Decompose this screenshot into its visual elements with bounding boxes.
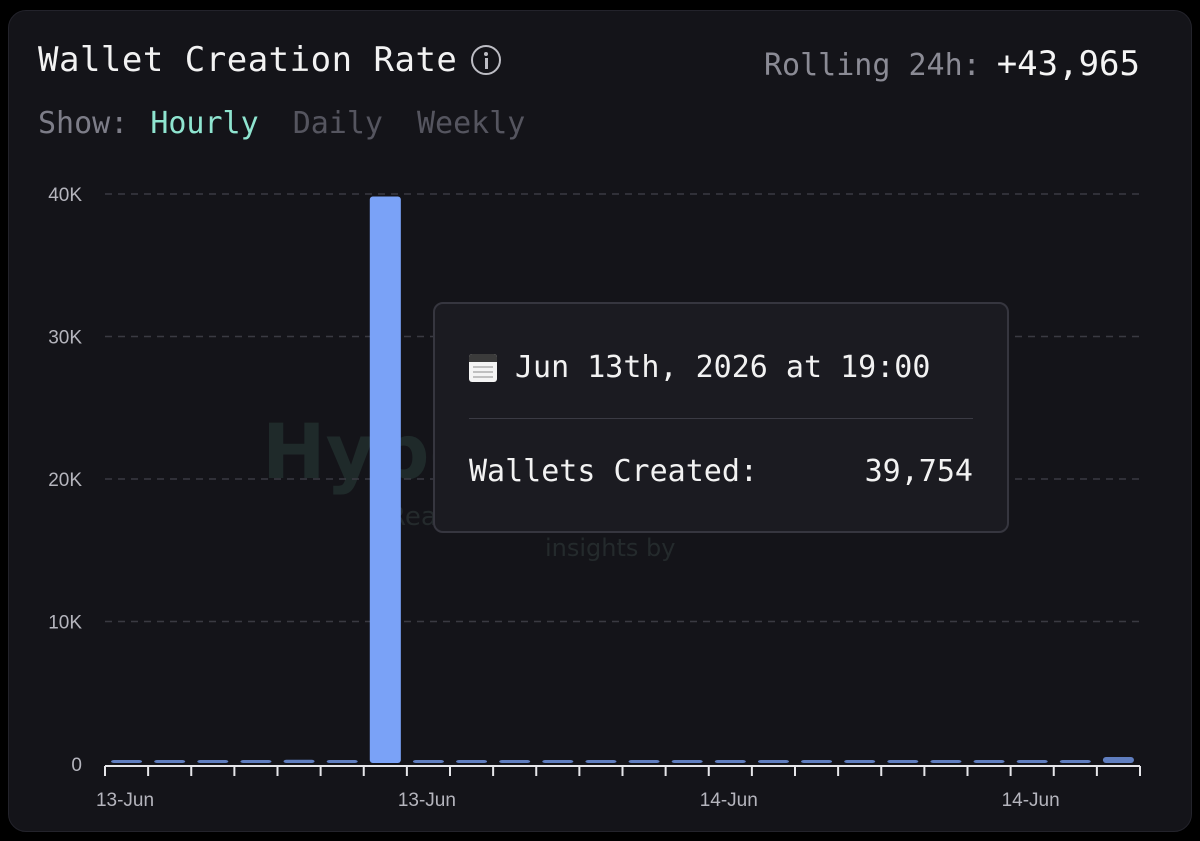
bar[interactable] xyxy=(801,760,833,763)
tooltip-date: Jun 13th, 2026 at 19:00 xyxy=(469,350,930,385)
y-tick-label: 20K xyxy=(48,470,82,491)
bar[interactable] xyxy=(1016,760,1048,763)
bar[interactable] xyxy=(154,760,186,763)
x-axis: 13-Jun 13-Jun 14-Jun 14-Jun xyxy=(96,765,1141,811)
x-tick-label: 13-Jun xyxy=(398,790,456,811)
calendar-icon xyxy=(469,353,497,382)
y-tick-label: 10K xyxy=(48,613,82,634)
tooltip-metric: Wallets Created: 39,754 xyxy=(469,454,973,489)
bar[interactable] xyxy=(456,760,488,763)
tooltip-date-text: Jun 13th, 2026 at 19:00 xyxy=(515,350,931,385)
bar[interactable] xyxy=(111,760,143,763)
tooltip-divider xyxy=(469,418,973,419)
tooltip-metric-value: 39,754 xyxy=(864,454,973,489)
bar[interactable] xyxy=(671,760,703,763)
tooltip-metric-label: Wallets Created: xyxy=(469,454,758,489)
watermark-line2: insights by xyxy=(545,534,675,562)
bar[interactable] xyxy=(283,759,315,763)
bar[interactable] xyxy=(714,760,746,763)
bar[interactable] xyxy=(844,760,876,763)
y-axis-labels: 0 10K 20K 30K 40K xyxy=(48,185,82,776)
y-tick-label: 30K xyxy=(48,328,82,349)
bar[interactable] xyxy=(585,760,617,763)
bar[interactable] xyxy=(542,760,574,763)
x-tick-label: 14-Jun xyxy=(700,790,758,811)
y-tick-label: 0 xyxy=(71,755,82,776)
bar[interactable] xyxy=(930,760,962,763)
x-tick-label: 14-Jun xyxy=(1002,790,1060,811)
bar[interactable] xyxy=(628,760,660,763)
bar[interactable] xyxy=(1059,760,1091,763)
bar[interactable] xyxy=(499,760,531,763)
bar[interactable] xyxy=(887,760,919,763)
bar[interactable] xyxy=(1102,757,1134,763)
y-tick-label: 40K xyxy=(48,185,82,206)
bar-highlighted[interactable] xyxy=(369,196,401,763)
tooltip: Jun 13th, 2026 at 19:00 Wallets Created:… xyxy=(433,302,1009,533)
bar[interactable] xyxy=(197,760,229,763)
bar[interactable] xyxy=(412,760,444,763)
bar[interactable] xyxy=(326,760,358,763)
bar[interactable] xyxy=(757,760,789,763)
x-tick-label: 13-Jun xyxy=(96,790,154,811)
bar[interactable] xyxy=(973,760,1005,763)
bar[interactable] xyxy=(240,760,272,763)
